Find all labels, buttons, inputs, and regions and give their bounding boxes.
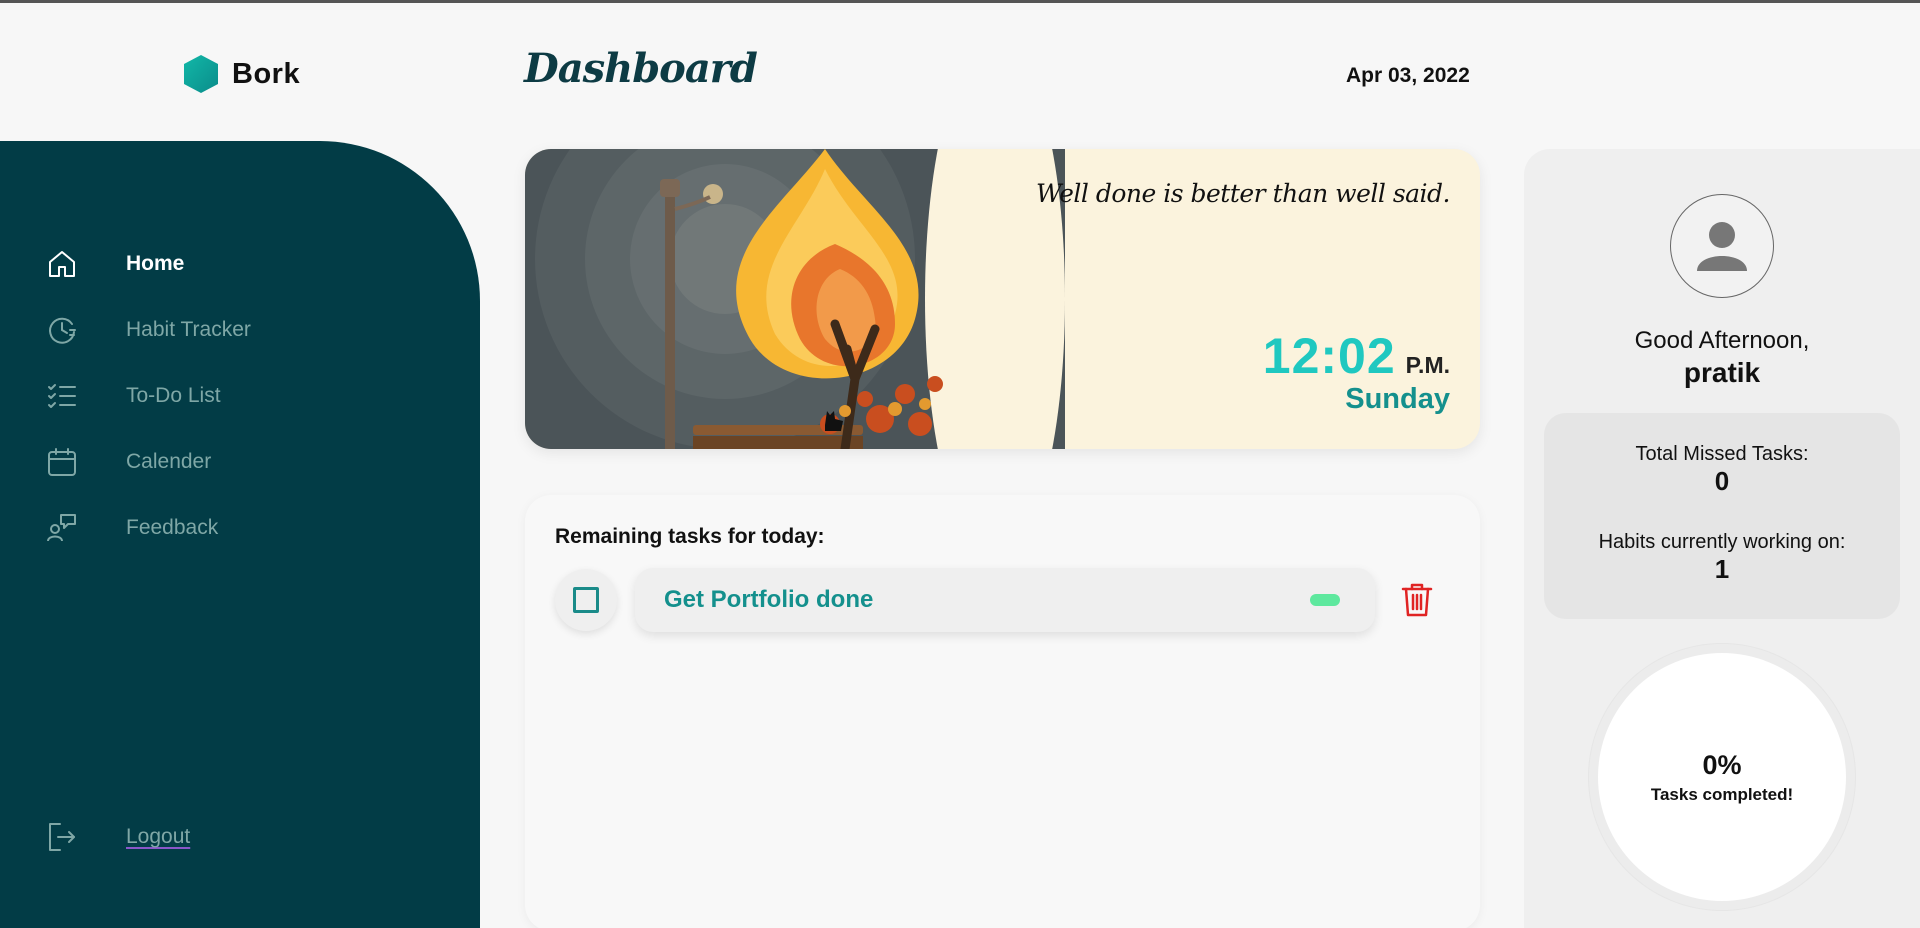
missed-tasks-label: Total Missed Tasks: [1635,443,1809,465]
hero-card: Well done is better than well said. 12:0… [525,149,1480,449]
username: pratik [1683,357,1761,388]
brand-logo[interactable]: Bork [180,53,300,95]
clock-ampm: P.M. [1405,352,1450,378]
sidebar-item-calender[interactable]: Calender [46,429,446,495]
sidebar-nav: Home Habit Tracker To-Do List Calender F… [46,231,446,561]
progress-label: Tasks completed! [1650,784,1794,804]
feedback-icon [47,514,76,542]
calendar-icon [48,448,76,476]
sidebar-item-label: To-Do List [126,384,221,407]
sidebar-item-label: Habit Tracker [126,318,251,341]
task-checkbox-wrapper [555,569,617,631]
tasks-heading: Remaining tasks for today: [555,525,825,548]
logout-label: Logout [126,825,191,848]
habits-label: Habits currently working on: [1598,531,1846,553]
avatar[interactable] [1670,194,1774,298]
stats-box: Total Missed Tasks: 0 Habits currently w… [1544,413,1900,619]
priority-indicator [1310,594,1340,606]
motivational-quote: Well done is better than well said. [1035,179,1451,208]
brand-name: Bork [232,57,301,90]
missed-tasks-value: 0 [1714,466,1730,496]
logout-button[interactable]: Logout [46,804,190,870]
habit-clock-icon [49,317,76,344]
greeting: Good Afternoon, [1634,327,1810,354]
page-title: Dashboard [524,45,758,92]
task-text: Get Portfolio done [664,586,874,613]
progress-inner: 0% Tasks completed! [1598,653,1846,901]
tasks-progress-ring: 0% Tasks completed! [1588,643,1856,911]
logout-icon [49,823,75,851]
checklist-icon [48,384,76,408]
current-date: Apr 03, 2022 [1346,64,1470,87]
task-checkbox[interactable] [573,587,599,613]
sidebar-item-habit-tracker[interactable]: Habit Tracker [46,297,446,363]
user-icon [1697,222,1747,271]
trash-icon[interactable] [1400,581,1434,619]
sidebar: Home Habit Tracker To-Do List Calender F… [0,141,480,928]
sidebar-item-home[interactable]: Home [46,231,446,297]
habits-stat: Habits currently working on: 1 [1544,531,1900,585]
autumn-tree-illustration [525,149,1065,449]
sidebar-item-label: Calender [126,450,212,473]
sidebar-item-label: Home [126,252,185,275]
home-icon [49,251,75,277]
day-of-week: Sunday [1345,383,1450,415]
missed-tasks-stat: Total Missed Tasks: 0 [1544,443,1900,497]
clock: 12:02 P.M. [1263,327,1450,385]
progress-percent: 0% [1702,749,1742,780]
sidebar-item-label: Feedback [126,516,219,539]
task-item[interactable]: Get Portfolio done [635,568,1375,632]
tasks-card: Remaining tasks for today: Get Portfolio… [525,495,1480,928]
sidebar-item-todo-list[interactable]: To-Do List [46,363,446,429]
habits-value: 1 [1714,554,1730,584]
clock-time: 12:02 [1262,328,1396,384]
profile-panel: Good Afternoon, pratik Total Missed Task… [1524,149,1920,928]
hexagon-logo-icon [184,55,218,93]
sidebar-item-feedback[interactable]: Feedback [46,495,446,561]
